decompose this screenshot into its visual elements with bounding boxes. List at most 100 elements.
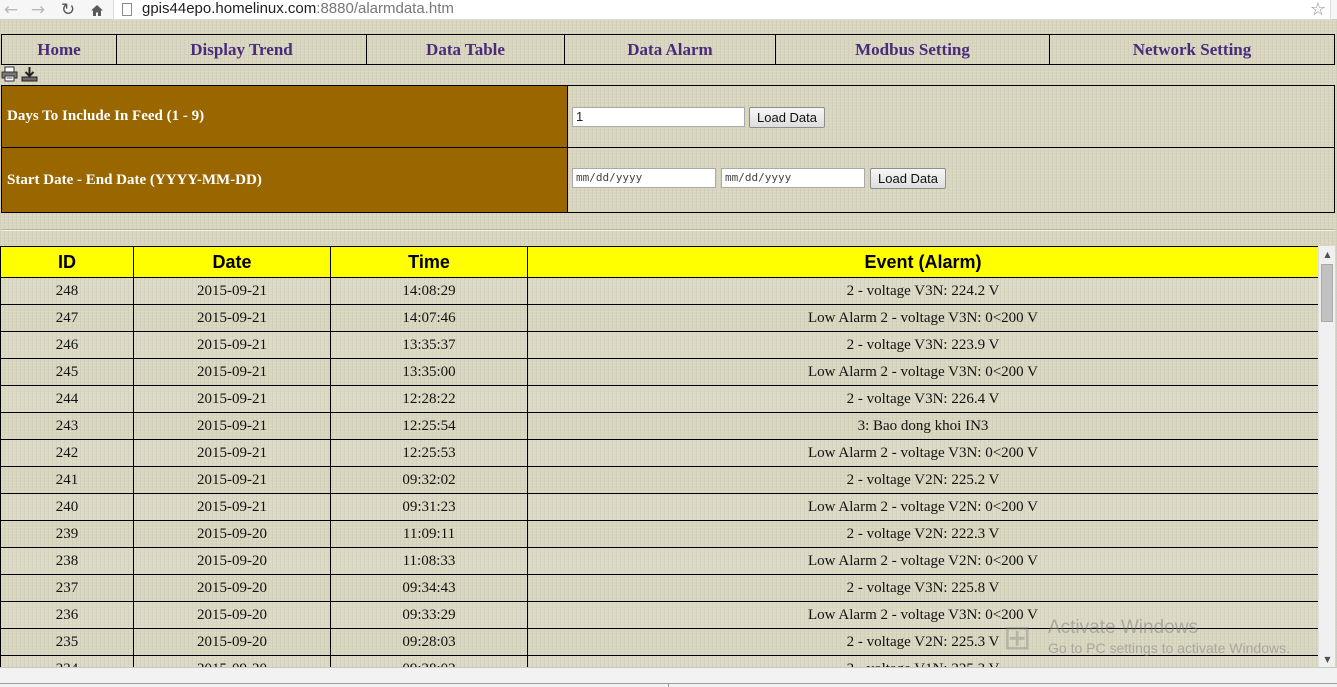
cell-event: 2 - voltage V2N: 225.3 V [527, 628, 1318, 656]
cell-event: Low Alarm 2 - voltage V2N: 0<200 V [527, 547, 1318, 575]
column-header-id[interactable]: ID [0, 246, 134, 278]
divider [1, 229, 1335, 231]
cell-date: 2015-09-20 [133, 547, 331, 575]
date-range-label: Start Date - End Date (YYYY-MM-DD) [2, 148, 568, 212]
cell-date: 2015-09-20 [133, 574, 331, 602]
cell-time: 13:35:00 [330, 358, 528, 386]
table-row: 246 2015-09-21 13:35:37 2 - voltage V3N: 22… [0, 331, 1318, 359]
cell-id: 237 [0, 574, 134, 602]
nav-modbus-setting[interactable]: Modbus Setting [776, 35, 1050, 64]
table-row: 239 2015-09-20 11:09:11 2 - voltage V2N: 22… [0, 520, 1318, 548]
reload-icon[interactable]: ↻ [57, 0, 79, 20]
start-date-input[interactable]: mm/dd/yyyy [572, 168, 716, 188]
table-header-row: ID Date Time Event (Alarm) [0, 246, 1318, 278]
cell-date: 2015-09-20 [133, 601, 331, 629]
cell-time: 09:32:02 [330, 466, 528, 494]
table-row: 241 2015-09-21 09:32:02 2 - voltage V2N: 22… [0, 466, 1318, 494]
table-row: 240 2015-09-21 09:31:23 Low Alarm 2 - volta… [0, 493, 1318, 521]
cell-time: 09:34:43 [330, 574, 528, 602]
table-row: 243 2015-09-21 12:25:54 3: Bao dong khoi IN… [0, 412, 1318, 440]
cell-event: Low Alarm 2 - voltage V3N: 0<200 V [527, 304, 1318, 332]
days-filter-row: Days To Include In Feed (1 - 9) 1 Load D… [2, 86, 1334, 148]
cell-id: 245 [0, 358, 134, 386]
cell-date: 2015-09-21 [133, 412, 331, 440]
cell-id: 238 [0, 547, 134, 575]
cell-time: 09:31:23 [330, 493, 528, 521]
back-arrow-icon[interactable]: ← [0, 0, 22, 20]
column-header-event[interactable]: Event (Alarm) [527, 246, 1318, 278]
scroll-down-icon[interactable]: ▼ [1319, 651, 1336, 667]
cell-time: 14:07:46 [330, 304, 528, 332]
status-strip [0, 667, 1337, 687]
nav-display-trend[interactable]: Display Trend [117, 35, 367, 64]
load-data-range-button[interactable]: Load Data [870, 168, 946, 189]
cell-event: 2 - voltage V1N: 225.3 V [527, 655, 1318, 667]
cell-id: 234 [0, 655, 134, 667]
cell-time: 11:08:33 [330, 547, 528, 575]
print-icon[interactable] [1, 66, 18, 82]
cell-event: 3: Bao dong khoi IN3 [527, 412, 1318, 440]
cell-event: Low Alarm 2 - voltage V3N: 0<200 V [527, 439, 1318, 467]
cell-time: 11:09:11 [330, 520, 528, 548]
cell-date: 2015-09-20 [133, 628, 331, 656]
nav-network-setting[interactable]: Network Setting [1050, 35, 1334, 64]
nav-data-table[interactable]: Data Table [367, 35, 565, 64]
cell-event: Low Alarm 2 - voltage V2N: 0<200 V [527, 493, 1318, 521]
cell-event: 2 - voltage V2N: 225.2 V [527, 466, 1318, 494]
browser-toolbar: ← → ↻ gpis44epo.homelinux.com:8880/alarm… [0, 0, 1337, 20]
cell-date: 2015-09-21 [133, 358, 331, 386]
cell-id: 248 [0, 277, 134, 305]
main-nav: Home Display Trend Data Table Data Alarm… [1, 34, 1335, 65]
table-row: 2342015-09-2009:28:022 - voltage V1N: 22… [0, 655, 1318, 667]
page-icon [122, 3, 132, 16]
download-icon[interactable] [21, 66, 38, 82]
star-icon[interactable]: ☆ [1310, 0, 1326, 20]
cell-time: 09:33:29 [330, 601, 528, 629]
cell-event: Low Alarm 2 - voltage V3N: 0<200 V [527, 358, 1318, 386]
cell-id: 241 [0, 466, 134, 494]
cell-time: 12:25:54 [330, 412, 528, 440]
table-row: 247 2015-09-21 14:07:46 Low Alarm 2 - volta… [0, 304, 1318, 332]
cell-event: Low Alarm 2 - voltage V3N: 0<200 V [527, 601, 1318, 629]
days-label: Days To Include In Feed (1 - 9) [2, 86, 568, 147]
status-divider-right [668, 683, 1337, 687]
alarm-table: ID Date Time Event (Alarm) 248 2015-09-21… [0, 246, 1318, 667]
forward-arrow-icon[interactable]: → [27, 0, 49, 20]
end-date-input[interactable]: mm/dd/yyyy [721, 168, 865, 188]
days-input[interactable]: 1 [572, 107, 745, 127]
column-header-time[interactable]: Time [330, 246, 528, 278]
url-text[interactable]: gpis44epo.homelinux.com:8880/alarmdata.h… [142, 0, 454, 18]
date-range-row: Start Date - End Date (YYYY-MM-DD) mm/dd… [2, 148, 1334, 212]
cell-date: 2015-09-21 [133, 493, 331, 521]
cell-date: 2015-09-21 [133, 439, 331, 467]
column-header-date[interactable]: Date [133, 246, 331, 278]
alarm-table-container[interactable]: ID Date Time Event (Alarm) 248 2015-09-21… [0, 246, 1318, 667]
nav-home[interactable]: Home [2, 35, 117, 64]
cell-time: 12:28:22 [330, 385, 528, 413]
table-row: 238 2015-09-20 11:08:33 Low Alarm 2 - volta… [0, 547, 1318, 575]
scroll-thumb[interactable] [1321, 264, 1333, 322]
cell-time: 14:08:29 [330, 277, 528, 305]
status-divider-left [0, 683, 668, 687]
cell-id: 244 [0, 385, 134, 413]
cell-date: 2015-09-21 [133, 277, 331, 305]
cell-time: 09:28:03 [330, 628, 528, 656]
cell-date: 2015-09-21 [133, 385, 331, 413]
table-row: 242 2015-09-21 12:25:53 Low Alarm 2 - volta… [0, 439, 1318, 467]
table-row: 248 2015-09-21 14:08:29 2 - voltage V3N: 22… [0, 277, 1318, 305]
table-row: 244 2015-09-21 12:28:22 2 - voltage V3N: 22… [0, 385, 1318, 413]
scroll-up-icon[interactable]: ▲ [1319, 246, 1336, 262]
load-data-button[interactable]: Load Data [749, 107, 825, 128]
cell-id: 236 [0, 601, 134, 629]
cell-date: 2015-09-21 [133, 304, 331, 332]
home-icon[interactable] [86, 0, 108, 20]
address-bar[interactable]: gpis44epo.homelinux.com:8880/alarmdata.h… [113, 0, 1331, 20]
cell-date: 2015-09-20 [133, 655, 331, 667]
cell-date: 2015-09-21 [133, 466, 331, 494]
table-row: 235 2015-09-20 09:28:03 2 - voltage V2N: 22… [0, 628, 1318, 656]
cell-id: 247 [0, 304, 134, 332]
table-scrollbar[interactable]: ▲ ▼ [1318, 246, 1335, 667]
cell-event: 2 - voltage V3N: 226.4 V [527, 385, 1318, 413]
cell-id: 242 [0, 439, 134, 467]
nav-data-alarm[interactable]: Data Alarm [565, 35, 776, 64]
